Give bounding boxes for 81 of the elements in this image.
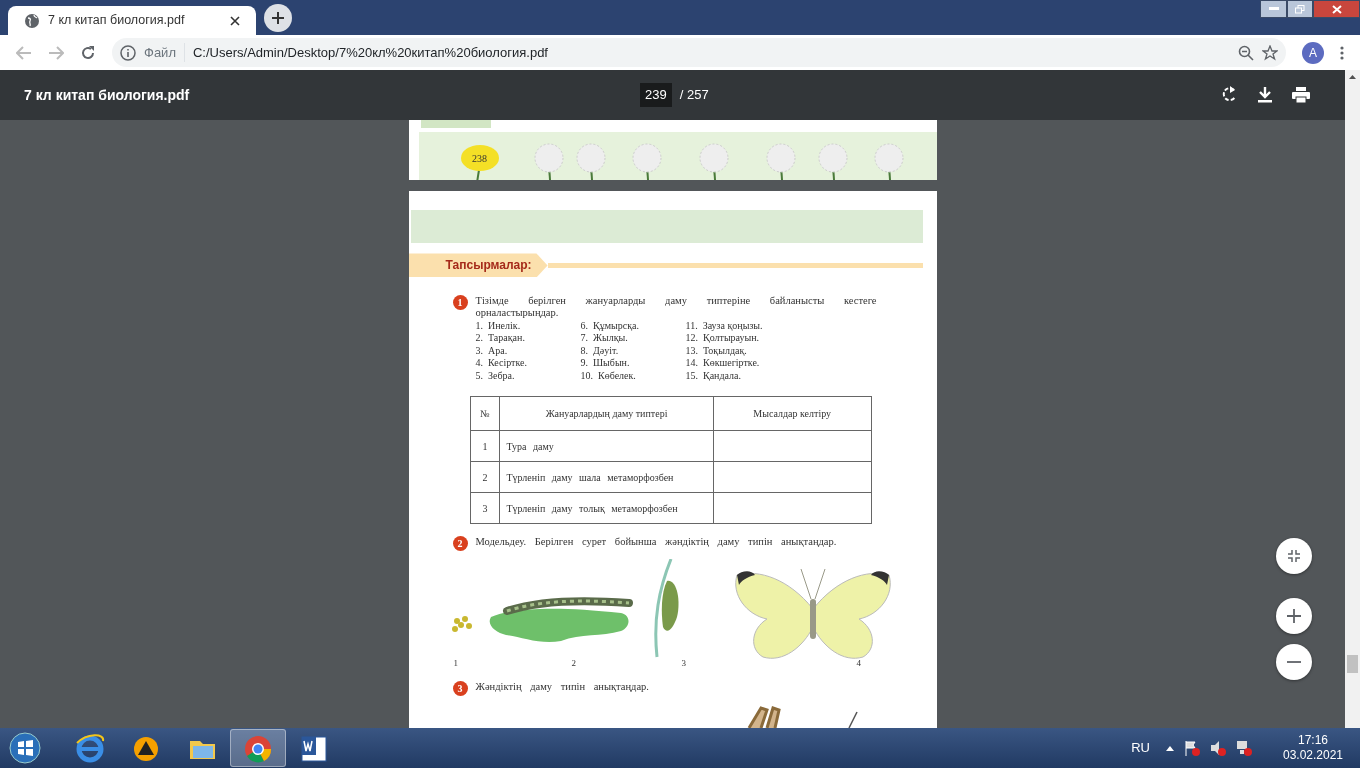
list-item: 9. Шыбын. (580, 357, 631, 370)
answer-cell[interactable] (713, 461, 871, 493)
task-number: 2 (452, 536, 468, 551)
start-button[interactable] (8, 731, 42, 765)
network-alert-icon[interactable] (1236, 740, 1252, 756)
address-prefix: Файл (144, 43, 176, 62)
list-item: 15. Қандала. (685, 369, 742, 382)
table-cell: Түрленіп даму шала метаморфозбен (499, 461, 714, 493)
column-header: Мысалдар келтіру (713, 396, 871, 431)
scrollbar[interactable] (1345, 70, 1360, 728)
zoom-out-button[interactable] (1276, 644, 1312, 680)
profile-avatar[interactable]: A (1302, 41, 1324, 64)
task-text: Жәндіктің даму типін анықтаңдар. (475, 681, 650, 694)
figure-label: 2 (571, 657, 576, 670)
list-item: 14. Көкшегіртке. (685, 357, 761, 370)
list-item: 8. Дәуіт. (580, 344, 620, 357)
minimize-icon (1268, 7, 1279, 11)
list-item: 13. Тоқылдақ. (685, 344, 748, 357)
list-item: 2. Тарақан. (475, 332, 526, 345)
page-count: / 257 (679, 86, 709, 105)
task-number: 3 (452, 681, 468, 696)
show-hidden-icons-icon[interactable] (1166, 745, 1174, 751)
close-icon (1331, 4, 1342, 14)
table-cell: Түрленіп даму толық метаморфозбен (499, 492, 714, 524)
star-icon[interactable] (1262, 44, 1278, 61)
new-tab-button[interactable] (264, 4, 292, 32)
globe-icon (24, 12, 40, 29)
figure-label: 1 (453, 657, 458, 670)
list-item: 3. Ара. (475, 344, 509, 357)
figure-label: 3 (681, 657, 686, 670)
plus-icon (272, 12, 284, 24)
reload-icon[interactable] (80, 44, 96, 61)
fit-page-button[interactable] (1276, 538, 1312, 574)
task-text: Модельдеу. Берілген сурет бойынша жәндіктің даму типін анықтаңдар. (475, 536, 838, 549)
task-number: 1 (452, 295, 468, 311)
list-item: 10. Көбелек. (580, 369, 637, 382)
zoom-out-icon[interactable] (1238, 44, 1254, 61)
zoom-in-button[interactable] (1276, 598, 1312, 634)
section-title: Тапсырмалар: (408, 253, 548, 278)
table-cell: 2 (470, 461, 500, 493)
language-indicator[interactable]: RU (1131, 738, 1150, 758)
list-item: 5. Зебра. (475, 369, 516, 382)
clock-date[interactable]: 03.02.2021 (1282, 748, 1344, 763)
address-bar[interactable]: Файл C:/Users/Admin/Desktop/7%20кл%20китап%20биология.pdf (112, 38, 1286, 67)
list-item: 1. Инелік. (475, 319, 522, 332)
flag-alert-icon[interactable] (1184, 740, 1200, 756)
list-item: 12. Қолтырауын. (685, 332, 761, 345)
print-icon[interactable] (1292, 87, 1310, 103)
muted-speaker-icon[interactable] (1210, 740, 1226, 756)
restore-button[interactable] (1287, 0, 1313, 18)
clock-time[interactable]: 17:16 (1298, 733, 1328, 748)
list-item: 11. Зауза қоңызы. (685, 319, 764, 332)
table-cell: 1 (470, 430, 500, 462)
fit-page-icon (1287, 549, 1301, 563)
answer-cell[interactable] (713, 430, 871, 462)
browser-tab[interactable]: 7 кл китап биология.pdf (8, 6, 256, 35)
table-cell: Тура даму (499, 430, 714, 462)
page-number-field[interactable]: 239 (640, 83, 672, 107)
list-item: 4. Кесіртке. (475, 357, 528, 370)
scrollbar-thumb[interactable] (1347, 655, 1358, 673)
list-item: 6. Құмырсқа. (580, 319, 640, 332)
eggs-drawing (451, 616, 472, 632)
task-text: Тізімде берілген жануарларды даму типтеріне байланысты кестеге орналастырыңдар. (475, 295, 877, 320)
url-text: C:/Users/Admin/Desktop/7%20кл%20китап%20биология.pdf (183, 42, 548, 63)
close-button[interactable] (1313, 0, 1360, 18)
close-icon[interactable] (230, 15, 240, 26)
plus-icon (1287, 609, 1301, 623)
column-header: № (470, 396, 500, 431)
list-item: 7. Жылқы. (580, 332, 629, 345)
info-icon[interactable] (120, 44, 136, 61)
download-icon[interactable] (1258, 87, 1272, 103)
document-title: 7 кл китап биология.pdf (23, 85, 191, 105)
table-cell: 3 (470, 492, 500, 524)
answer-cell[interactable] (713, 492, 871, 524)
restore-icon (1295, 4, 1305, 14)
figure-label: 4 (856, 657, 861, 670)
minimize-button[interactable] (1260, 0, 1287, 18)
more-menu-icon[interactable] (1340, 45, 1344, 60)
rotate-icon[interactable] (1222, 86, 1238, 104)
tab-title: 7 кл китап биология.pdf (48, 12, 186, 30)
column-header: Жануарлардың даму типтері (499, 396, 714, 431)
